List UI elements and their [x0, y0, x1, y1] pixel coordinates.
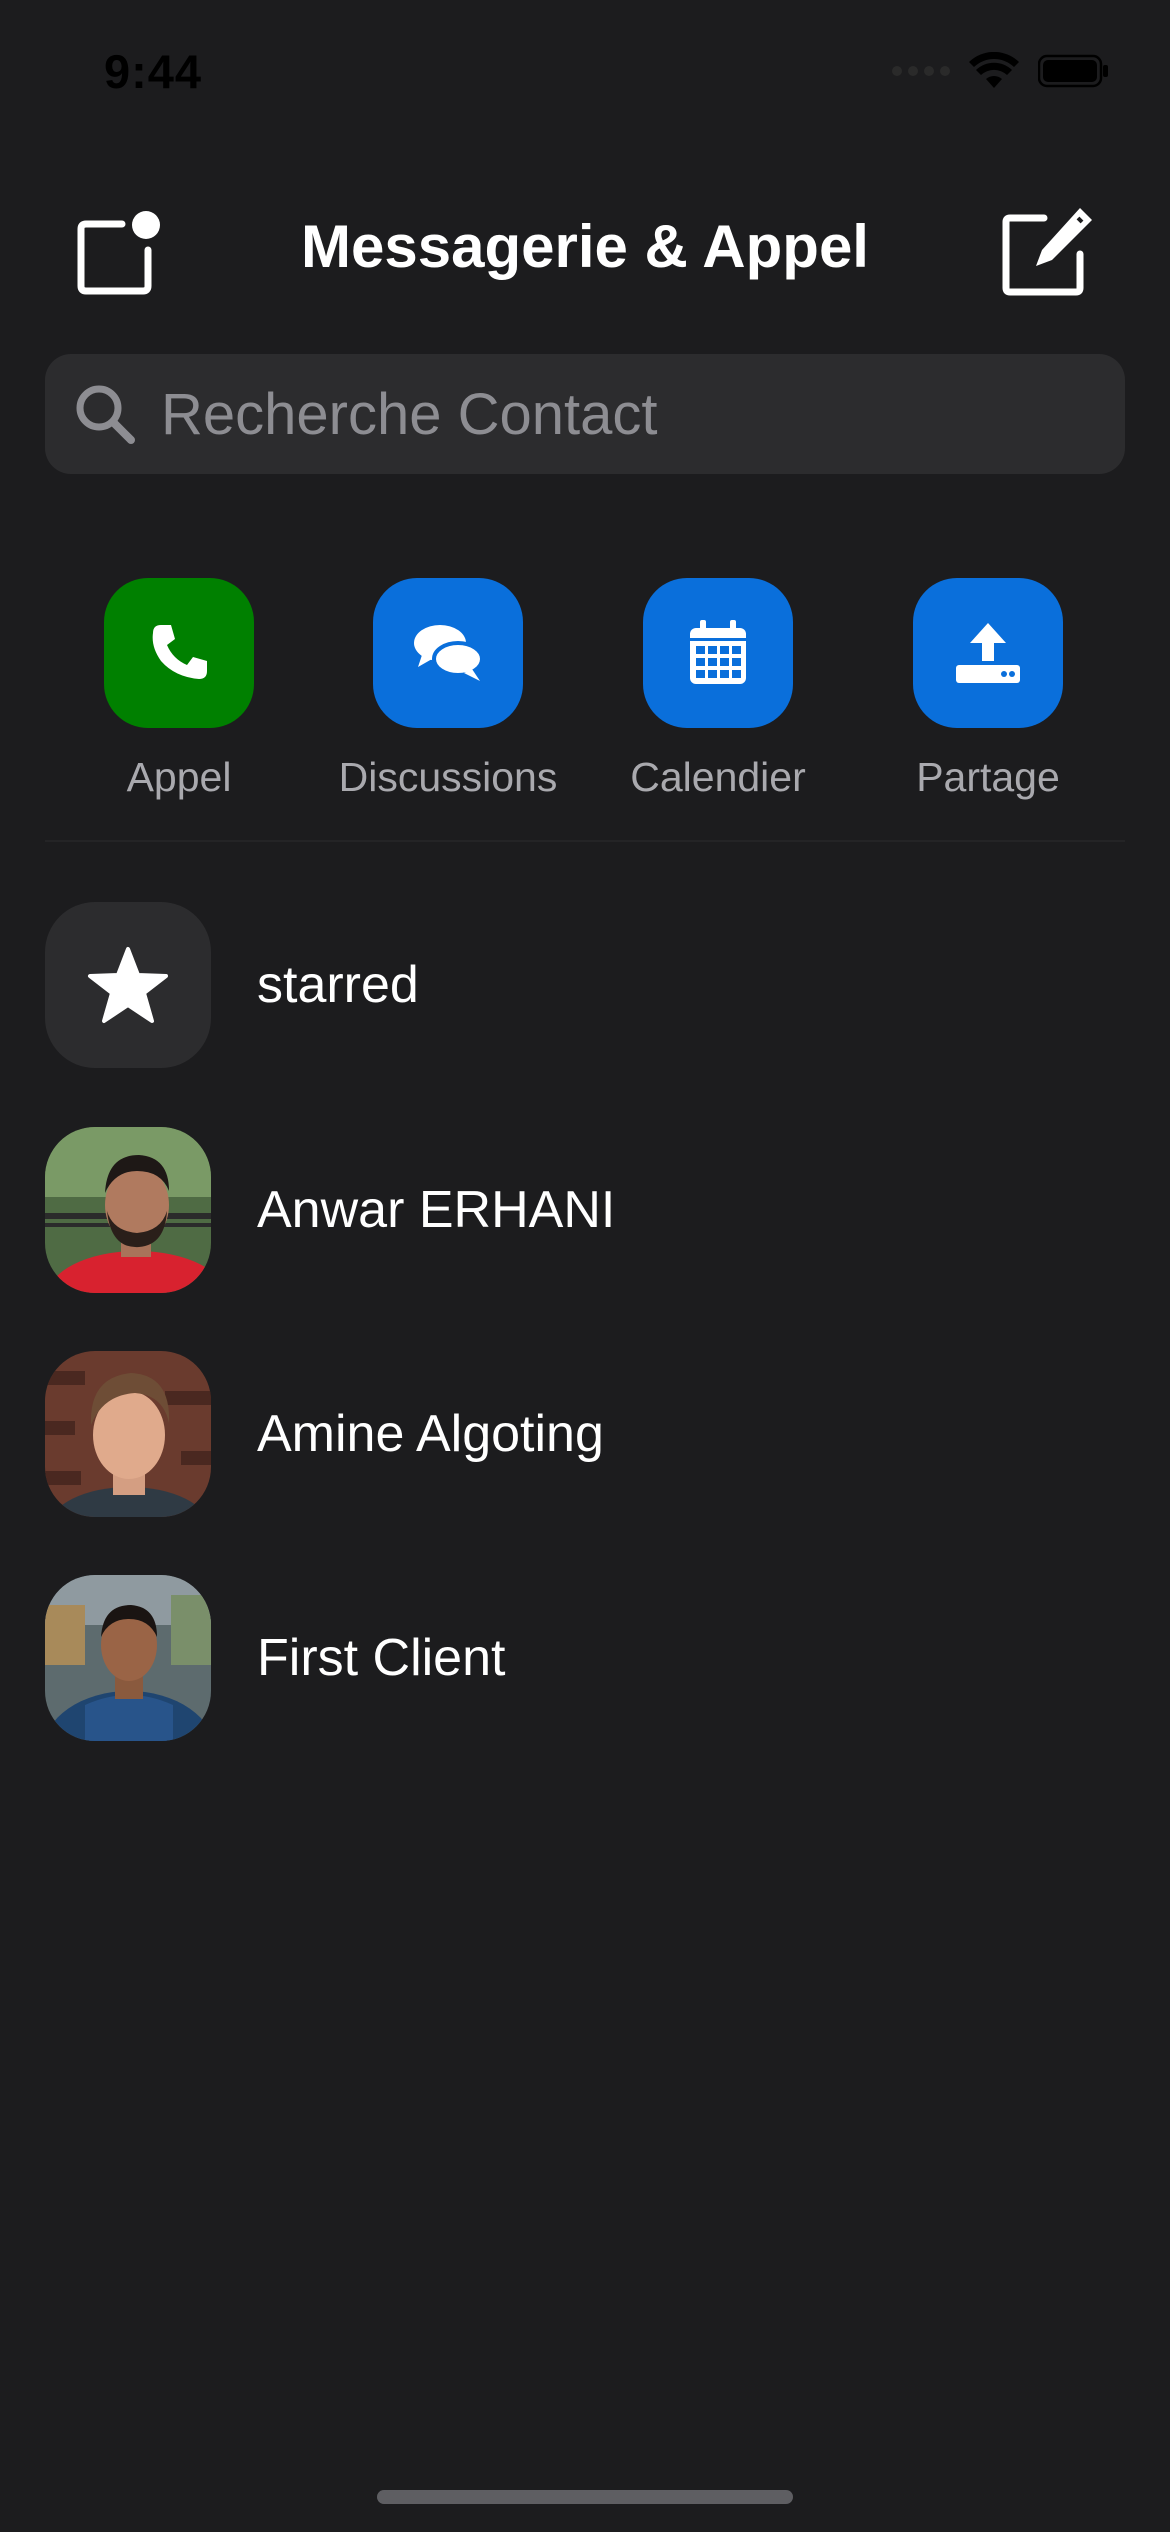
star-icon [88, 947, 168, 1023]
phone-icon [152, 625, 207, 679]
phone-button[interactable] [104, 578, 254, 728]
compose-icon [1002, 208, 1092, 296]
share-button[interactable] [913, 578, 1063, 728]
action-label: Appel [126, 754, 232, 800]
contact-name: Anwar ERHANI [257, 1181, 616, 1239]
contact-name: starred [257, 956, 419, 1014]
list-item-contact[interactable]: Amine Algoting [45, 1351, 1125, 1517]
search-bar[interactable] [45, 354, 1125, 474]
action-label: Calendier [630, 754, 806, 800]
action-calendier[interactable]: Calendier [588, 578, 848, 801]
page-title: Messagerie & Appel [301, 213, 869, 280]
compose-button[interactable] [1000, 204, 1096, 300]
status-icons [892, 52, 1110, 90]
status-bar: 9:44 [0, 0, 1170, 150]
search-input[interactable] [159, 379, 1063, 449]
contact-name: Amine Algoting [257, 1405, 604, 1463]
upload-tray-icon [956, 623, 1020, 683]
list-item-contact[interactable]: First Client [45, 1575, 1125, 1741]
calendar-button[interactable] [643, 578, 793, 728]
header: Messagerie & Appel [0, 190, 1170, 310]
starred-avatar [45, 902, 211, 1068]
action-label: Partage [916, 754, 1060, 800]
action-label: Discussions [338, 754, 558, 800]
divider [45, 840, 1125, 842]
action-discussions[interactable]: Discussions [318, 578, 578, 801]
list-item-starred[interactable]: starred [45, 902, 1125, 1068]
calendar-icon [690, 620, 746, 684]
avatar [45, 1575, 211, 1741]
avatar [45, 1127, 211, 1293]
battery-icon [1038, 54, 1108, 88]
wifi-icon [969, 52, 1019, 88]
chat-bubbles-icon [414, 625, 484, 681]
avatar [45, 1351, 211, 1517]
action-partage[interactable]: Partage [858, 578, 1118, 801]
discussions-button[interactable] [373, 578, 523, 728]
action-appel[interactable]: Appel [49, 578, 309, 801]
status-time: 9:44 [104, 45, 203, 98]
search-icon [73, 382, 137, 446]
home-indicator [377, 2490, 793, 2504]
list-item-contact[interactable]: Anwar ERHANI [45, 1127, 1125, 1293]
cellular-signal-icon [892, 66, 950, 76]
contact-name: First Client [257, 1629, 506, 1687]
quick-actions: Appel Discussions Calendier Partage [0, 578, 1170, 818]
